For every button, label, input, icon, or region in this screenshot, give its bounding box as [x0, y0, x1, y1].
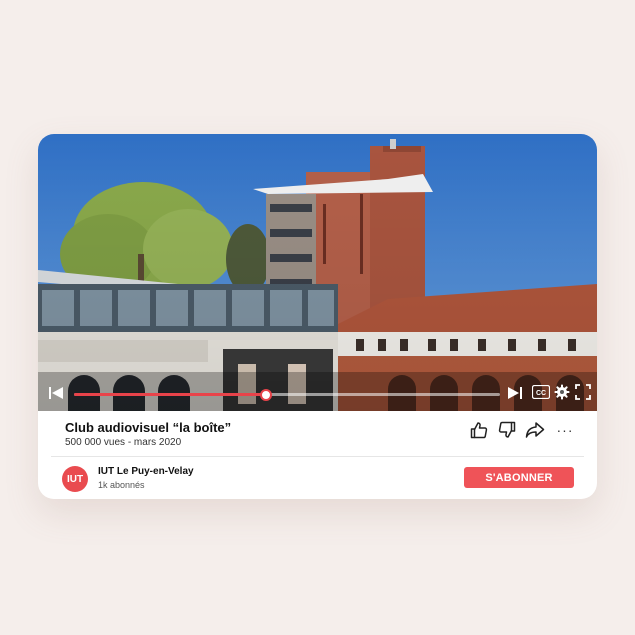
video-meta: 500 000 vues - mars 2020 [65, 437, 182, 448]
video-actions: ··· [468, 419, 576, 441]
subscriber-count: 1k abonnés [98, 480, 145, 490]
channel-name[interactable]: IUT Le Puy-en-Velay [98, 466, 194, 477]
video-title: Club audiovisuel “la boîte” [65, 420, 232, 435]
fullscreen-icon[interactable] [574, 383, 592, 401]
more-options-button[interactable]: ··· [554, 419, 576, 441]
avatar[interactable]: IUT [62, 466, 88, 492]
gear-icon[interactable] [553, 383, 571, 401]
subscribe-button[interactable]: S'ABONNER [464, 467, 574, 488]
player-controls: CC [38, 379, 597, 411]
thumbs-down-icon[interactable] [496, 419, 518, 441]
cc-label: CC [536, 390, 546, 397]
divider [51, 456, 584, 457]
thumbs-up-icon[interactable] [468, 419, 490, 441]
skip-previous-icon[interactable] [46, 383, 66, 403]
skip-next-icon[interactable] [505, 383, 525, 403]
progress-bar[interactable] [74, 388, 500, 401]
video-player[interactable]: CC [38, 134, 597, 411]
video-frame[interactable] [38, 134, 597, 411]
closed-captions-button[interactable]: CC [532, 384, 550, 400]
video-info: Club audiovisuel “la boîte” 500 000 vues… [38, 411, 597, 499]
share-icon[interactable] [524, 419, 546, 441]
progress-scrubber[interactable] [259, 388, 272, 401]
video-card: CC Club audiovisuel “la boîte” 500 000 v… [38, 134, 597, 499]
avatar-text: IUT [66, 473, 84, 485]
progress-fill [74, 393, 266, 396]
